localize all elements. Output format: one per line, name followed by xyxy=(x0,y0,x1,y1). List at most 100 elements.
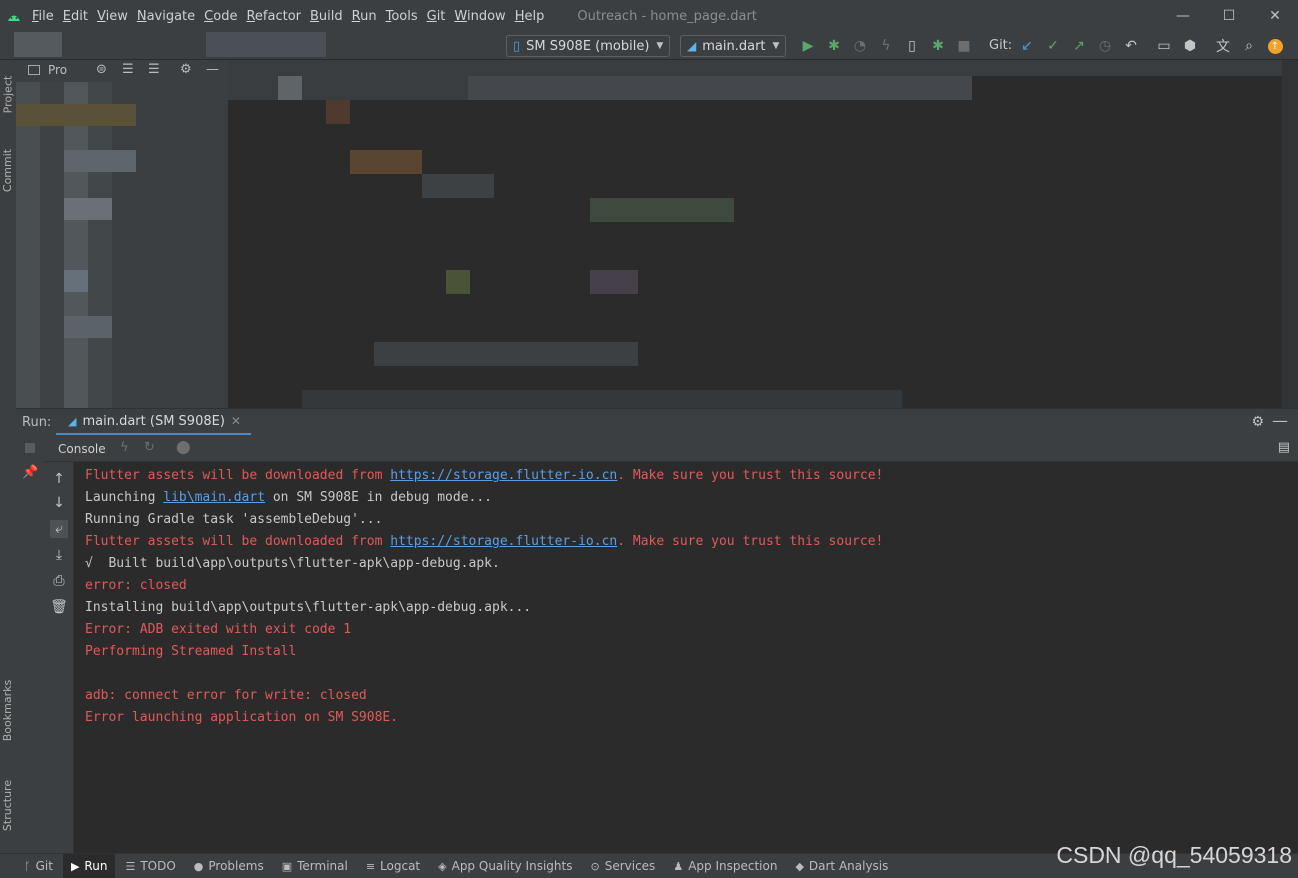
menu-navigate[interactable]: Navigate xyxy=(137,9,195,24)
menu-help[interactable]: Help xyxy=(515,9,545,24)
run-tab-label: main.dart (SM S908E) xyxy=(82,413,225,429)
debug-attach-icon[interactable]: ✱ xyxy=(929,37,947,55)
menu-mnemonic: C xyxy=(204,8,214,24)
console-line: adb: connect error for write: closed xyxy=(85,685,1298,707)
updates-icon[interactable]: ↑ xyxy=(1266,37,1284,55)
console-link[interactable]: https://storage.flutter-io.cn xyxy=(390,468,617,483)
print-icon[interactable]: ⎙ xyxy=(50,572,68,590)
gear-icon[interactable]: ⚙ xyxy=(1251,414,1264,430)
pin-icon[interactable]: 📌 xyxy=(22,465,38,480)
close-window-button[interactable]: ✕ xyxy=(1252,0,1298,32)
console-text: Error launching application on SM S908E. xyxy=(85,710,399,725)
device-manager-icon[interactable]: ▭ xyxy=(1155,37,1173,55)
tool-tab-services[interactable]: ⊙ Services xyxy=(590,854,655,878)
arrow-down-icon[interactable]: ↓ xyxy=(50,494,68,512)
tool-tab-app-quality-insights[interactable]: ◈ App Quality Insights xyxy=(438,854,572,878)
arrow-up-icon[interactable]: ↑ xyxy=(50,470,68,488)
menu-view[interactable]: View xyxy=(97,9,128,24)
main-menu: File Edit View Navigate Code Refactor Build Run… xyxy=(32,9,553,24)
console-link[interactable]: lib\main.dart xyxy=(163,490,265,505)
tool-tab-app-inspection[interactable]: ♟ App Inspection xyxy=(673,854,777,878)
collapse-icon[interactable]: ☰ xyxy=(148,62,160,77)
menu-refactor[interactable]: Refactor xyxy=(246,9,301,24)
expand-icon[interactable]: ☰ xyxy=(122,62,134,77)
chevron-down-icon: ▼ xyxy=(772,41,780,51)
project-panel[interactable]: Pro ⊜ ☰ ☰ ⚙ — xyxy=(16,60,228,408)
git-commit-icon[interactable]: ✓ xyxy=(1044,37,1062,55)
window-controls: — ☐ ✕ xyxy=(1160,0,1298,32)
minimize-window-button[interactable]: — xyxy=(1160,0,1206,32)
console-output[interactable]: Flutter assets will be downloaded from h… xyxy=(74,462,1298,853)
bookmarks-tool-tab[interactable]: Bookmarks xyxy=(0,670,16,750)
console-line: Error: ADB exited with exit code 1 xyxy=(85,619,1298,641)
console-text: error: closed xyxy=(85,578,187,593)
attach-icon[interactable]: ▯ xyxy=(903,37,921,55)
blurred-block xyxy=(446,270,470,294)
sdk-manager-icon[interactable]: ⬢ xyxy=(1181,37,1199,55)
editor-scrollbar[interactable] xyxy=(1282,60,1298,408)
menu-run[interactable]: Run xyxy=(352,9,377,24)
devtools-icon[interactable]: ⬤ xyxy=(176,440,191,455)
tool-tab-dart-analysis[interactable]: ◆ Dart Analysis xyxy=(795,854,888,878)
run-icon[interactable]: ▶ xyxy=(799,37,817,55)
git-history-icon[interactable]: ◷ xyxy=(1096,37,1114,55)
run-tab-main-dart[interactable]: ◢ main.dart (SM S908E) ✕ xyxy=(56,409,251,436)
tool-tab-logcat[interactable]: ≡ Logcat xyxy=(366,854,420,878)
project-panel-title: Pro xyxy=(48,63,68,77)
commit-tool-tab[interactable]: Commit xyxy=(0,140,16,200)
menu-edit[interactable]: Edit xyxy=(63,9,88,24)
menu-mnemonic: N xyxy=(136,8,147,24)
app-inspection-icon: ♟ xyxy=(673,859,684,873)
scroll-to-end-icon[interactable]: ⤓ xyxy=(50,546,68,564)
search-icon[interactable]: ⌕ xyxy=(1240,37,1258,55)
device-selector[interactable]: ▯ SM S908E (mobile) ▼ xyxy=(506,35,671,57)
minimize-panel-icon[interactable]: — xyxy=(1272,411,1288,430)
menu-file[interactable]: File xyxy=(32,9,54,24)
tool-tab-run[interactable]: ▶ Run xyxy=(62,853,116,878)
gear-icon[interactable]: ⚙ xyxy=(180,62,192,77)
todo-icon: ☰ xyxy=(125,859,136,873)
debug-icon[interactable]: ✱ xyxy=(825,37,843,55)
stop-icon[interactable] xyxy=(25,443,35,453)
structure-tool-tab[interactable]: Structure xyxy=(0,770,16,840)
profile-icon[interactable]: ◔ xyxy=(851,37,869,55)
close-icon[interactable]: ✕ xyxy=(231,414,241,428)
git-update-icon[interactable]: ↙ xyxy=(1018,37,1036,55)
layout-icon[interactable]: ▤ xyxy=(1278,440,1290,455)
console-text: . Make sure you trust this source! xyxy=(617,534,884,549)
translate-icon[interactable]: 文 xyxy=(1214,37,1232,55)
menu-window[interactable]: Window xyxy=(454,9,505,24)
code-editor[interactable] xyxy=(228,60,1282,408)
problems-icon: ● xyxy=(193,859,204,873)
tool-tab-terminal[interactable]: ▣ Terminal xyxy=(282,854,348,878)
collapse-all-icon[interactable]: ⊜ xyxy=(96,62,107,77)
tool-tab-todo[interactable]: ☰ TODO xyxy=(125,854,175,878)
hide-icon[interactable]: — xyxy=(206,62,219,77)
console-line: Flutter assets will be downloaded from h… xyxy=(85,465,1298,487)
trash-icon[interactable]: 🗑 xyxy=(50,598,68,616)
git-rollback-icon[interactable]: ↶ xyxy=(1122,37,1140,55)
app-quality-icon: ◈ xyxy=(438,859,447,873)
console-text: √ Built build\app\outputs\flutter-apk\ap… xyxy=(85,556,500,571)
project-tool-tab[interactable]: Project xyxy=(0,64,16,124)
tool-tab-git[interactable]: ᚴ Git xyxy=(24,854,53,878)
menu-build[interactable]: Build xyxy=(310,9,343,24)
tool-tab-problems[interactable]: ● Problems xyxy=(194,854,264,878)
hot-reload-icon[interactable]: ϟ xyxy=(877,37,895,55)
title-bar: File Edit View Navigate Code Refactor Build Run… xyxy=(0,0,1298,32)
git-push-icon[interactable]: ↗ xyxy=(1070,37,1088,55)
console-text: on SM S908E in debug mode... xyxy=(265,490,493,505)
menu-tools[interactable]: Tools xyxy=(386,9,418,24)
soft-wrap-icon[interactable]: ⤶ xyxy=(50,520,68,538)
phone-icon: ▯ xyxy=(513,38,521,54)
menu-git[interactable]: Git xyxy=(427,9,446,24)
console-link[interactable]: https://storage.flutter-io.cn xyxy=(390,534,617,549)
project-tab-label: Project xyxy=(1,75,15,113)
maximize-window-button[interactable]: ☐ xyxy=(1206,0,1252,32)
run-config-selector[interactable]: ◢ main.dart ▼ xyxy=(680,35,787,57)
hot-reload-icon[interactable]: ϟ xyxy=(120,440,129,455)
hot-restart-icon[interactable]: ↻ xyxy=(144,440,155,455)
menu-code[interactable]: Code xyxy=(204,9,237,24)
stop-icon[interactable]: ■ xyxy=(955,37,973,55)
console-tab[interactable]: Console xyxy=(58,442,106,456)
